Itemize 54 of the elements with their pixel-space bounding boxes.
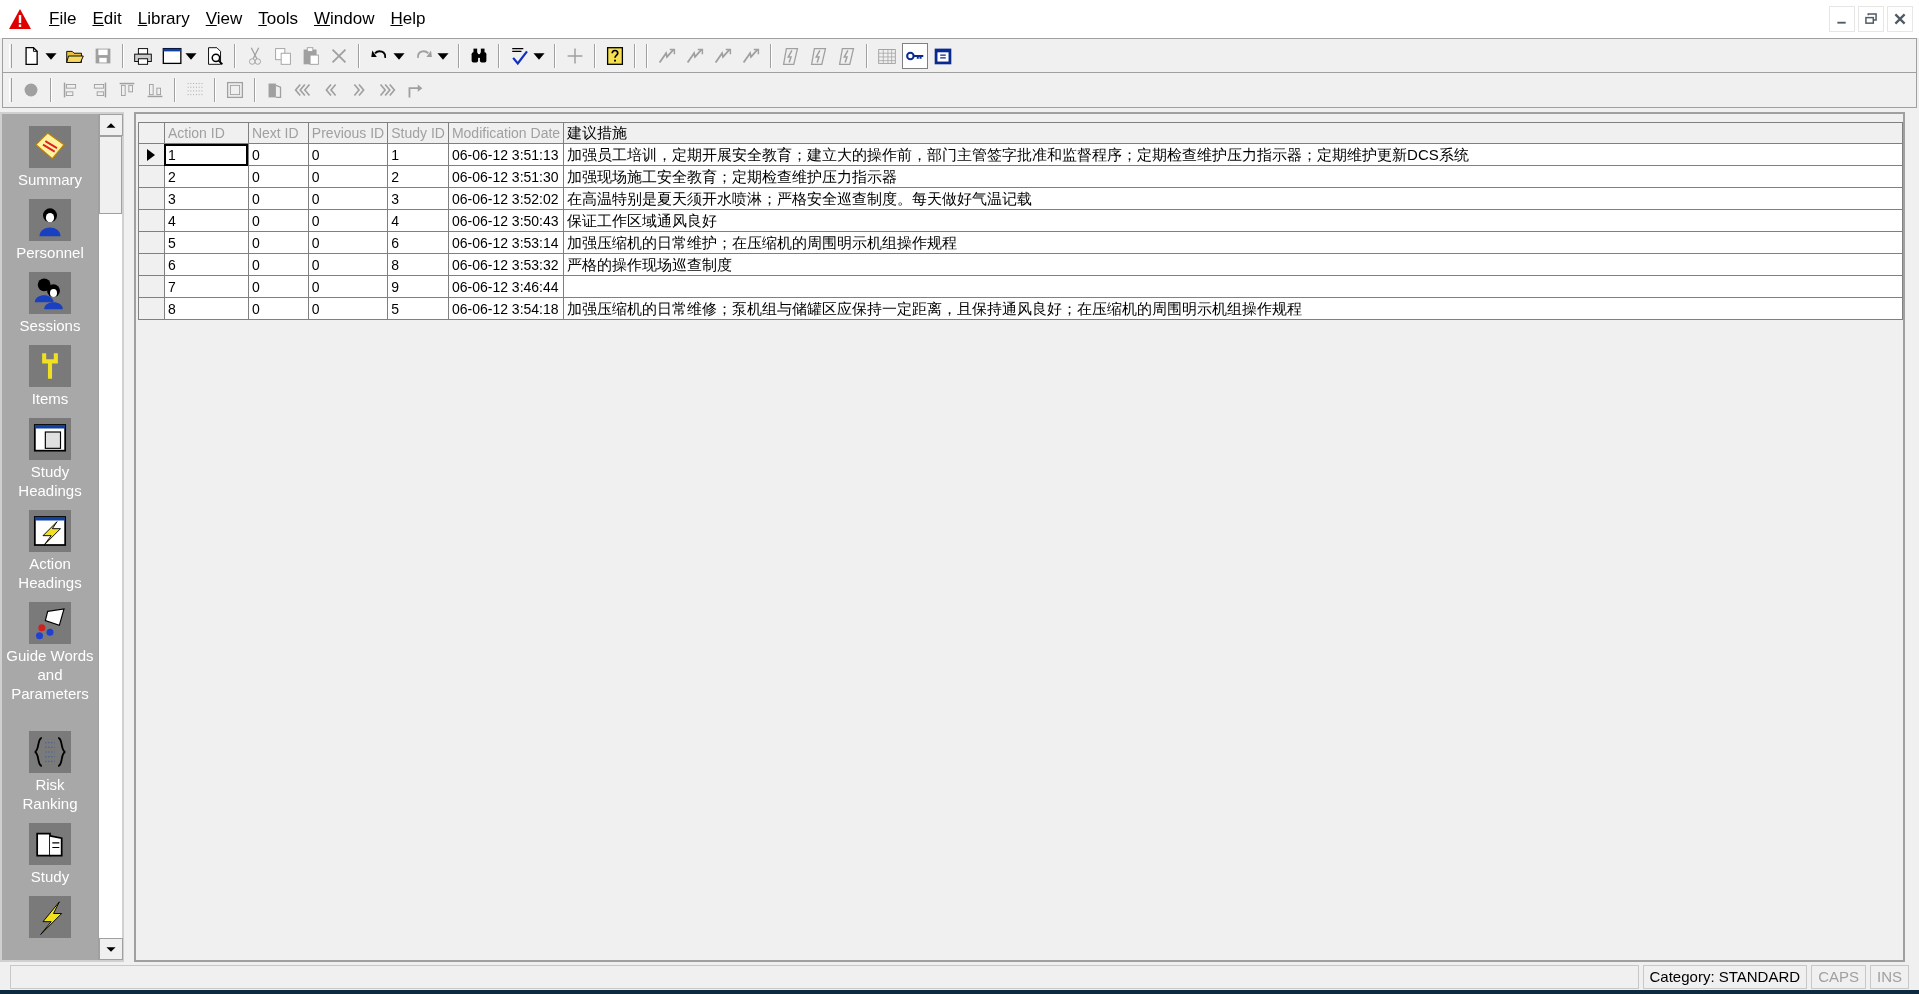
menu-item[interactable]: Help [383,6,433,32]
table-cell: 1 [164,143,249,166]
scroll-thumb[interactable] [99,136,122,214]
sidebar-label[interactable]: Items [6,389,94,408]
sidebar-label[interactable]: Sessions [6,316,94,335]
sidebar-label[interactable]: Personnel [6,243,94,262]
scroll-up-icon[interactable] [99,114,123,136]
sidebar-label[interactable]: Summary [6,170,94,189]
menu-item[interactable]: Tools [251,6,305,32]
column-header[interactable]: Study ID [387,122,449,144]
braces-icon[interactable] [29,731,71,773]
bolt-window-icon[interactable] [29,510,71,552]
column-header[interactable]: 建议措施 [563,122,1903,144]
tag-circles-icon[interactable] [29,602,71,644]
status-text: Category: STANDARD [1642,965,1808,989]
minimize-icon[interactable] [1829,6,1855,32]
key-icon[interactable] [902,42,928,69]
sidebar-label[interactable]: Action Headings [6,554,94,592]
wrench-icon[interactable] [29,345,71,387]
bolt-icon[interactable] [29,896,71,938]
column-header[interactable]: Next ID [248,122,309,144]
table-cell: 加强压缩机的日常维修；泵机组与储罐区应保持一定距离，且保持通风良好；在压缩机的周围明示机组操作规程 [563,297,1903,320]
scroll-down-icon[interactable] [99,938,123,960]
column-header[interactable]: Modification Date [448,122,564,144]
table-cell: 在高温特别是夏天须开水喷淋；严格安全巡查制度。每天做好气温记载 [563,187,1903,210]
menu-item[interactable]: Edit [85,6,129,32]
table-cell: 加强压缩机的日常维护；在压缩机的周围明示机组操作规程 [563,231,1903,254]
scrollbar[interactable] [98,114,122,960]
column-header[interactable]: Previous ID [308,122,388,144]
sidebar-label[interactable]: Guide Words and Parameters [6,646,94,703]
status-text: CAPS [1811,965,1866,989]
row-pointer-icon [146,147,157,162]
two-people-icon[interactable] [29,272,71,314]
menu-item[interactable]: File [42,6,84,32]
person-icon[interactable] [29,199,71,241]
status-text: INS [1870,965,1909,989]
windows-icon[interactable] [29,418,71,460]
note-icon[interactable] [29,126,71,168]
sidebar-label[interactable]: Study Headings [6,462,94,500]
row-header[interactable] [138,143,165,166]
table-cell: 加强员工培训，定期开展安全教育；建立大的操作前，部门主管签字批准和监督程序；定期检查维护压力指示器；定期维护更新DCS系统 [563,143,1903,166]
sidebar-label[interactable]: Risk Ranking [6,775,94,813]
menu-item[interactable]: Window [306,6,382,32]
close-icon[interactable] [1887,6,1913,32]
sidebar-label[interactable]: Study [6,867,94,886]
table-cell: 保证工作区域通风良好 [563,209,1903,232]
table-cell: 严格的操作现场巡查制度 [563,253,1903,276]
book-icon[interactable] [29,823,71,865]
menu-item[interactable]: Library [130,6,197,32]
restore-icon[interactable] [1858,6,1884,32]
warning-icon[interactable] [8,8,32,30]
table-cell: 加强现场施工安全教育；定期检查维护压力指示器 [563,165,1903,188]
menu-item[interactable]: View [198,6,250,32]
column-header[interactable]: Action ID [164,122,249,144]
